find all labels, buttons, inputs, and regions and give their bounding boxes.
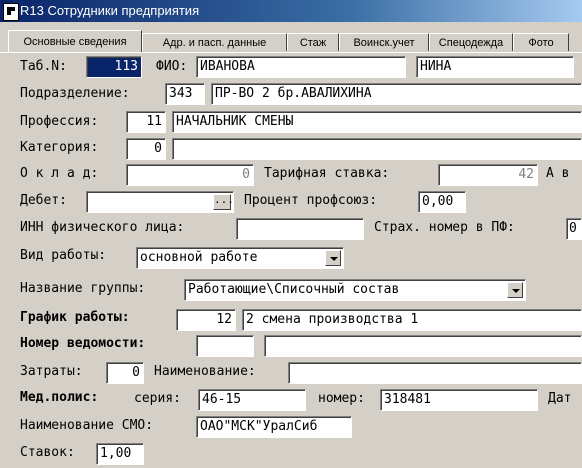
tariff-label: Тарифная ставка: bbox=[264, 166, 390, 181]
fio-label: ФИО: bbox=[156, 59, 188, 74]
debit-label: Дебет: bbox=[20, 193, 67, 208]
tab-main-info[interactable]: Основные сведения bbox=[8, 30, 142, 52]
statement-label: Номер ведомости: bbox=[20, 336, 146, 351]
work-type-select[interactable]: основной работе bbox=[136, 247, 344, 269]
med-policy-date-label: Дат bbox=[548, 391, 572, 406]
salary-field[interactable]: 0 bbox=[126, 164, 254, 186]
group-name-value: Работающие\Списочный состав bbox=[188, 282, 400, 297]
med-policy-number-label: номер: bbox=[318, 391, 365, 406]
insurance-label: Страх. номер в ПФ: bbox=[374, 220, 515, 235]
smo-field[interactable]: ОАО"МСК"УралСиб bbox=[196, 416, 352, 438]
tab-photo[interactable]: Фото bbox=[513, 33, 569, 51]
group-name-label: Название группы: bbox=[20, 281, 146, 296]
med-policy-series-label: серия: bbox=[134, 391, 181, 406]
work-type-label: Вид работы: bbox=[20, 248, 107, 263]
tab-no-field[interactable]: 113 bbox=[86, 56, 142, 78]
union-percent-label: Процент профсоюз: bbox=[244, 193, 378, 208]
expense-name-field[interactable] bbox=[288, 362, 582, 384]
profession-code-field[interactable]: 11 bbox=[126, 111, 166, 133]
department-name-field[interactable]: ПР-ВО 2 бр.АВАЛИХИНА bbox=[211, 83, 582, 105]
profession-label: Профессия: bbox=[20, 114, 99, 129]
statement-name-field[interactable] bbox=[264, 335, 582, 357]
tab-experience[interactable]: Стаж bbox=[287, 33, 339, 51]
med-policy-series-field[interactable]: 46-15 bbox=[198, 389, 306, 411]
first-name-field[interactable]: НИНА bbox=[416, 56, 574, 78]
window-title: R13 Сотрудники предприятия bbox=[20, 3, 200, 18]
tab-workwear[interactable]: Спецодежда bbox=[429, 33, 513, 51]
chevron-down-icon[interactable] bbox=[507, 282, 523, 298]
expense-name-label: Наименование: bbox=[154, 364, 256, 379]
inn-label: ИНН физического лица: bbox=[20, 220, 185, 235]
tab-panel-border bbox=[0, 52, 582, 53]
inn-field[interactable] bbox=[236, 218, 364, 240]
department-label: Подразделение: bbox=[20, 86, 130, 101]
category-name-field[interactable] bbox=[172, 138, 582, 160]
salary-label: О к л а д: bbox=[20, 166, 99, 181]
group-name-select[interactable]: Работающие\Списочный состав bbox=[184, 279, 526, 301]
union-percent-field[interactable]: 0,00 bbox=[418, 191, 466, 213]
expenses-label: Затраты: bbox=[20, 364, 83, 379]
schedule-label: График работы: bbox=[20, 310, 130, 325]
av-label: А в bbox=[546, 166, 570, 181]
insurance-field[interactable]: 0 bbox=[566, 218, 582, 240]
med-policy-number-field[interactable]: 318481 bbox=[380, 389, 538, 411]
category-label: Категория: bbox=[20, 140, 99, 155]
profession-name-field[interactable]: НАЧАЛЬНИК СМЕНЫ bbox=[172, 111, 582, 133]
tab-military[interactable]: Воинск.учет bbox=[339, 33, 429, 51]
app-icon[interactable] bbox=[3, 3, 19, 21]
schedule-name-field[interactable]: 2 смена производства 1 bbox=[242, 309, 582, 331]
tab-strip: Основные сведения Адр. и пасп. данные Ст… bbox=[0, 30, 582, 53]
rates-field[interactable]: 1,00 bbox=[96, 443, 144, 465]
debit-lookup-button[interactable]: ... bbox=[213, 194, 233, 210]
statement-code-field[interactable] bbox=[196, 335, 254, 357]
last-name-field[interactable]: ИВАНОВА bbox=[196, 56, 406, 78]
tab-address-passport[interactable]: Адр. и пасп. данные bbox=[142, 33, 287, 51]
category-code-field[interactable]: 0 bbox=[126, 138, 166, 160]
tariff-field[interactable]: 42 bbox=[438, 164, 538, 186]
work-type-value: основной работе bbox=[140, 250, 258, 265]
chevron-down-icon[interactable] bbox=[325, 250, 341, 266]
debit-field[interactable]: ... bbox=[86, 191, 234, 213]
med-policy-label: Мед.полис: bbox=[20, 390, 99, 405]
schedule-code-field[interactable]: 12 bbox=[176, 309, 236, 331]
tab-no-label: Таб.N: bbox=[20, 59, 67, 74]
smo-label: Наименование СМО: bbox=[20, 418, 154, 433]
expenses-field[interactable]: 0 bbox=[106, 362, 144, 384]
rates-label: Ставок: bbox=[20, 445, 75, 460]
department-code-field[interactable]: 343 bbox=[165, 83, 205, 105]
